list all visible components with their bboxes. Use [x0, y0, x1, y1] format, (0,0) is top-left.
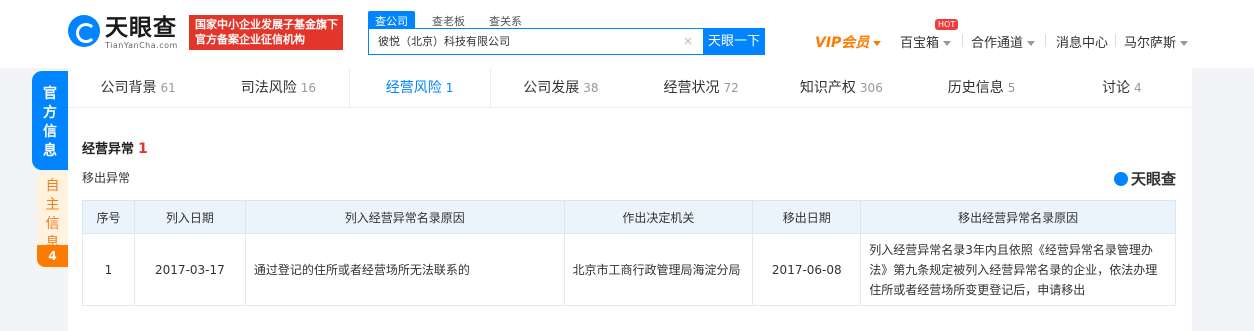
- tab-judicial-risk[interactable]: 司法风险 16: [208, 68, 348, 107]
- channel-menu[interactable]: 合作通道: [971, 32, 1036, 51]
- user-menu[interactable]: 马尔萨斯: [1124, 32, 1189, 51]
- tab-operating-status[interactable]: 经营状况 72: [631, 68, 771, 107]
- tab-company-background[interactable]: 公司背景 61: [68, 68, 208, 107]
- side-tab-official-info[interactable]: 官方信息: [32, 71, 68, 170]
- col-header-out-date: 移出日期: [752, 200, 862, 234]
- col-header-index: 序号: [82, 200, 135, 234]
- messages-link[interactable]: 消息中心: [1056, 32, 1108, 51]
- cell-in-date: 2017-03-17: [133, 233, 246, 306]
- cell-in-reason: 通过登记的住所或者经营场所无法联系的: [244, 233, 565, 306]
- table-header-row: 序号 列入日期 列入经营异常名录原因 作出决定机关 移出日期 移出经营异常名录原…: [82, 200, 1176, 234]
- tab-company-development[interactable]: 公司发展 38: [491, 68, 631, 107]
- table-row: 1 2017-03-17 通过登记的住所或者经营场所无法联系的 北京市工商行政管…: [82, 233, 1176, 306]
- cell-authority: 北京市工商行政管理局海淀分局: [563, 233, 754, 306]
- main-card: 公司背景 61 司法风险 16 经营风险 1 公司发展 38 经营状况 72 知识产权 30…: [68, 68, 1192, 331]
- clear-icon[interactable]: ×: [683, 29, 693, 54]
- divider: [1115, 34, 1116, 47]
- col-header-in-reason: 列入经营异常名录原因: [244, 200, 565, 234]
- abnormal-operation-table: 序号 列入日期 列入经营异常名录原因 作出决定机关 移出日期 移出经营异常名录原…: [82, 200, 1176, 306]
- category-tabs: 公司背景 61 司法风险 16 经营风险 1 公司发展 38 经营状况 72 知识产权 30…: [68, 68, 1192, 108]
- divider: [962, 34, 963, 47]
- col-header-out-reason: 移出经营异常名录原因: [860, 200, 1176, 234]
- chevron-down-icon: [1180, 41, 1189, 46]
- chevron-down-icon: [943, 41, 952, 46]
- cell-index: 1: [82, 233, 135, 306]
- hot-badge: HOT: [935, 19, 959, 30]
- watermark-logo: 天眼查: [1113, 168, 1176, 189]
- tab-intellectual-property[interactable]: 知识产权 306: [771, 68, 911, 107]
- section-count: 1: [138, 141, 148, 157]
- logo[interactable]: 天眼查 TianYanCha.com: [68, 15, 178, 51]
- logo-icon: [1113, 171, 1128, 186]
- cell-out-date: 2017-06-08: [752, 233, 862, 306]
- tab-operating-risk[interactable]: 经营风险 1: [348, 68, 491, 107]
- search-input[interactable]: 彼悦（北京）科技有限公司 ×: [368, 28, 704, 55]
- section-title: 经营异常 1: [82, 141, 148, 157]
- certification-badge: 国家中小企业发展子基金旗下 官方备案企业征信机构: [189, 15, 343, 50]
- chevron-down-icon: [1027, 41, 1036, 46]
- logo-domain: TianYanCha.com: [105, 41, 178, 50]
- chevron-down-icon: [873, 41, 882, 46]
- logo-text: 天眼查: [105, 15, 177, 41]
- tab-history-info[interactable]: 历史信息 5: [912, 68, 1052, 107]
- section-subtitle: 移出异常: [82, 171, 131, 185]
- logo-icon: [68, 15, 100, 47]
- cell-out-reason: 列入经营异常名录3年内且依照《经营异常名录管理办法》第九条规定被列入经营异常名录…: [860, 233, 1176, 306]
- col-header-in-date: 列入日期: [133, 200, 246, 234]
- vip-menu[interactable]: VIP会员: [815, 32, 882, 52]
- tab-discussion[interactable]: 讨论 4: [1052, 68, 1192, 107]
- col-header-authority: 作出决定机关: [563, 200, 754, 234]
- top-header: 天眼查 TianYanCha.com 国家中小企业发展子基金旗下 官方备案企业征…: [0, 0, 1254, 68]
- treasure-menu[interactable]: 百宝箱: [900, 32, 952, 51]
- divider: [1045, 34, 1046, 47]
- search-button[interactable]: 天眼一下: [703, 28, 765, 55]
- self-info-count-badge: 4: [37, 245, 68, 267]
